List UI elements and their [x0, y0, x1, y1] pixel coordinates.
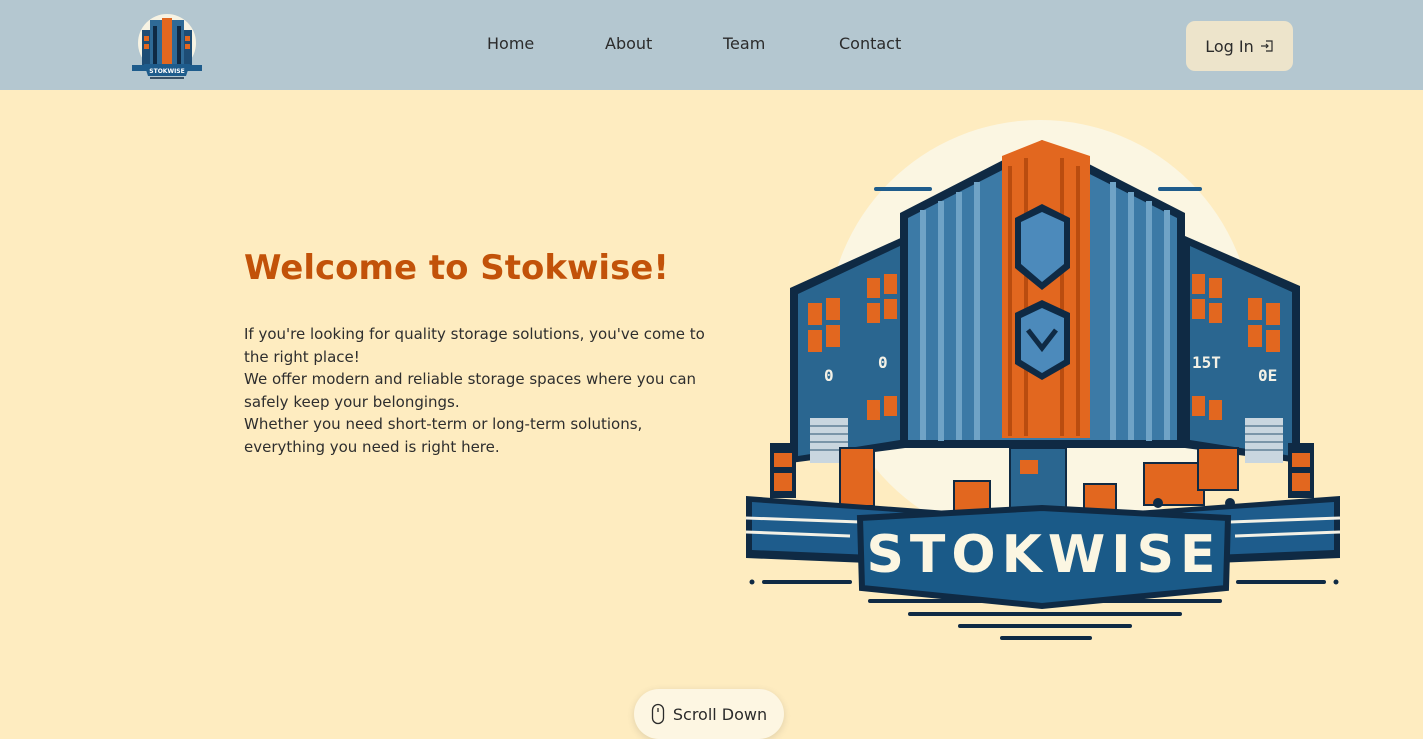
nav-contact[interactable]: Contact: [839, 34, 901, 53]
logo-icon[interactable]: STOKWISE: [128, 10, 206, 82]
login-label: Log In: [1205, 36, 1254, 56]
sign-right-2: 0E: [1258, 366, 1277, 385]
login-icon: [1260, 40, 1273, 52]
scroll-down-button[interactable]: Scroll Down: [634, 689, 784, 739]
nav-about[interactable]: About: [605, 34, 652, 53]
hero-description: If you're looking for quality storage so…: [244, 323, 714, 459]
sign-right-1: 15T: [1192, 353, 1221, 372]
hero-paragraph: Whether you need short-term or long-term…: [244, 415, 643, 456]
mouse-icon: [651, 703, 665, 725]
sign-left-2: 0: [878, 353, 888, 372]
scroll-down-label: Scroll Down: [672, 704, 768, 724]
logo-text: STOKWISE: [149, 68, 184, 75]
banner-text: STOKWISE: [866, 525, 1221, 585]
hero-title: Welcome to Stokwise!: [244, 248, 669, 288]
login-button[interactable]: Log In: [1186, 21, 1293, 71]
hero-paragraph: We offer modern and reliable storage spa…: [244, 370, 697, 411]
hero-paragraph: If you're looking for quality storage so…: [244, 325, 705, 366]
sign-left-1: 0: [824, 366, 834, 385]
nav-home[interactable]: Home: [487, 34, 534, 53]
navbar: STOKWISE Home About Team Contact Log In: [0, 0, 1423, 90]
nav-team[interactable]: Team: [723, 34, 765, 53]
warehouse-illustration: 0 0 15T 0E STOKWISE: [745, 120, 1341, 640]
